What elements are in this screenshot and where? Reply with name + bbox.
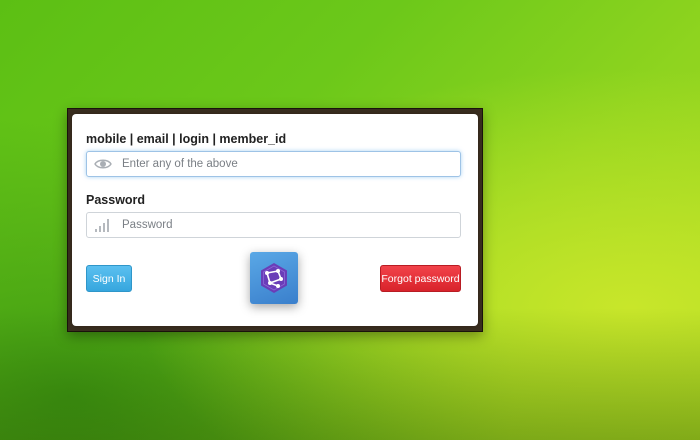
forgot-password-button[interactable]: Forgot password <box>380 265 461 292</box>
password-field[interactable] <box>86 212 461 238</box>
password-input[interactable] <box>122 213 452 237</box>
login-frame: mobile | email | login | member_id Passw… <box>67 108 483 332</box>
hexagon-network-icon <box>261 263 287 293</box>
login-identifier-label: mobile | email | login | member_id <box>86 132 287 146</box>
login-identifier-input[interactable] <box>122 152 452 176</box>
password-label: Password <box>86 193 146 207</box>
app-logo <box>250 252 298 304</box>
login-identifier-field[interactable] <box>86 151 461 177</box>
sign-in-button[interactable]: Sign In <box>86 265 132 292</box>
eye-icon <box>93 155 113 173</box>
signal-bars-icon <box>93 216 113 234</box>
login-card: mobile | email | login | member_id Passw… <box>72 114 478 326</box>
